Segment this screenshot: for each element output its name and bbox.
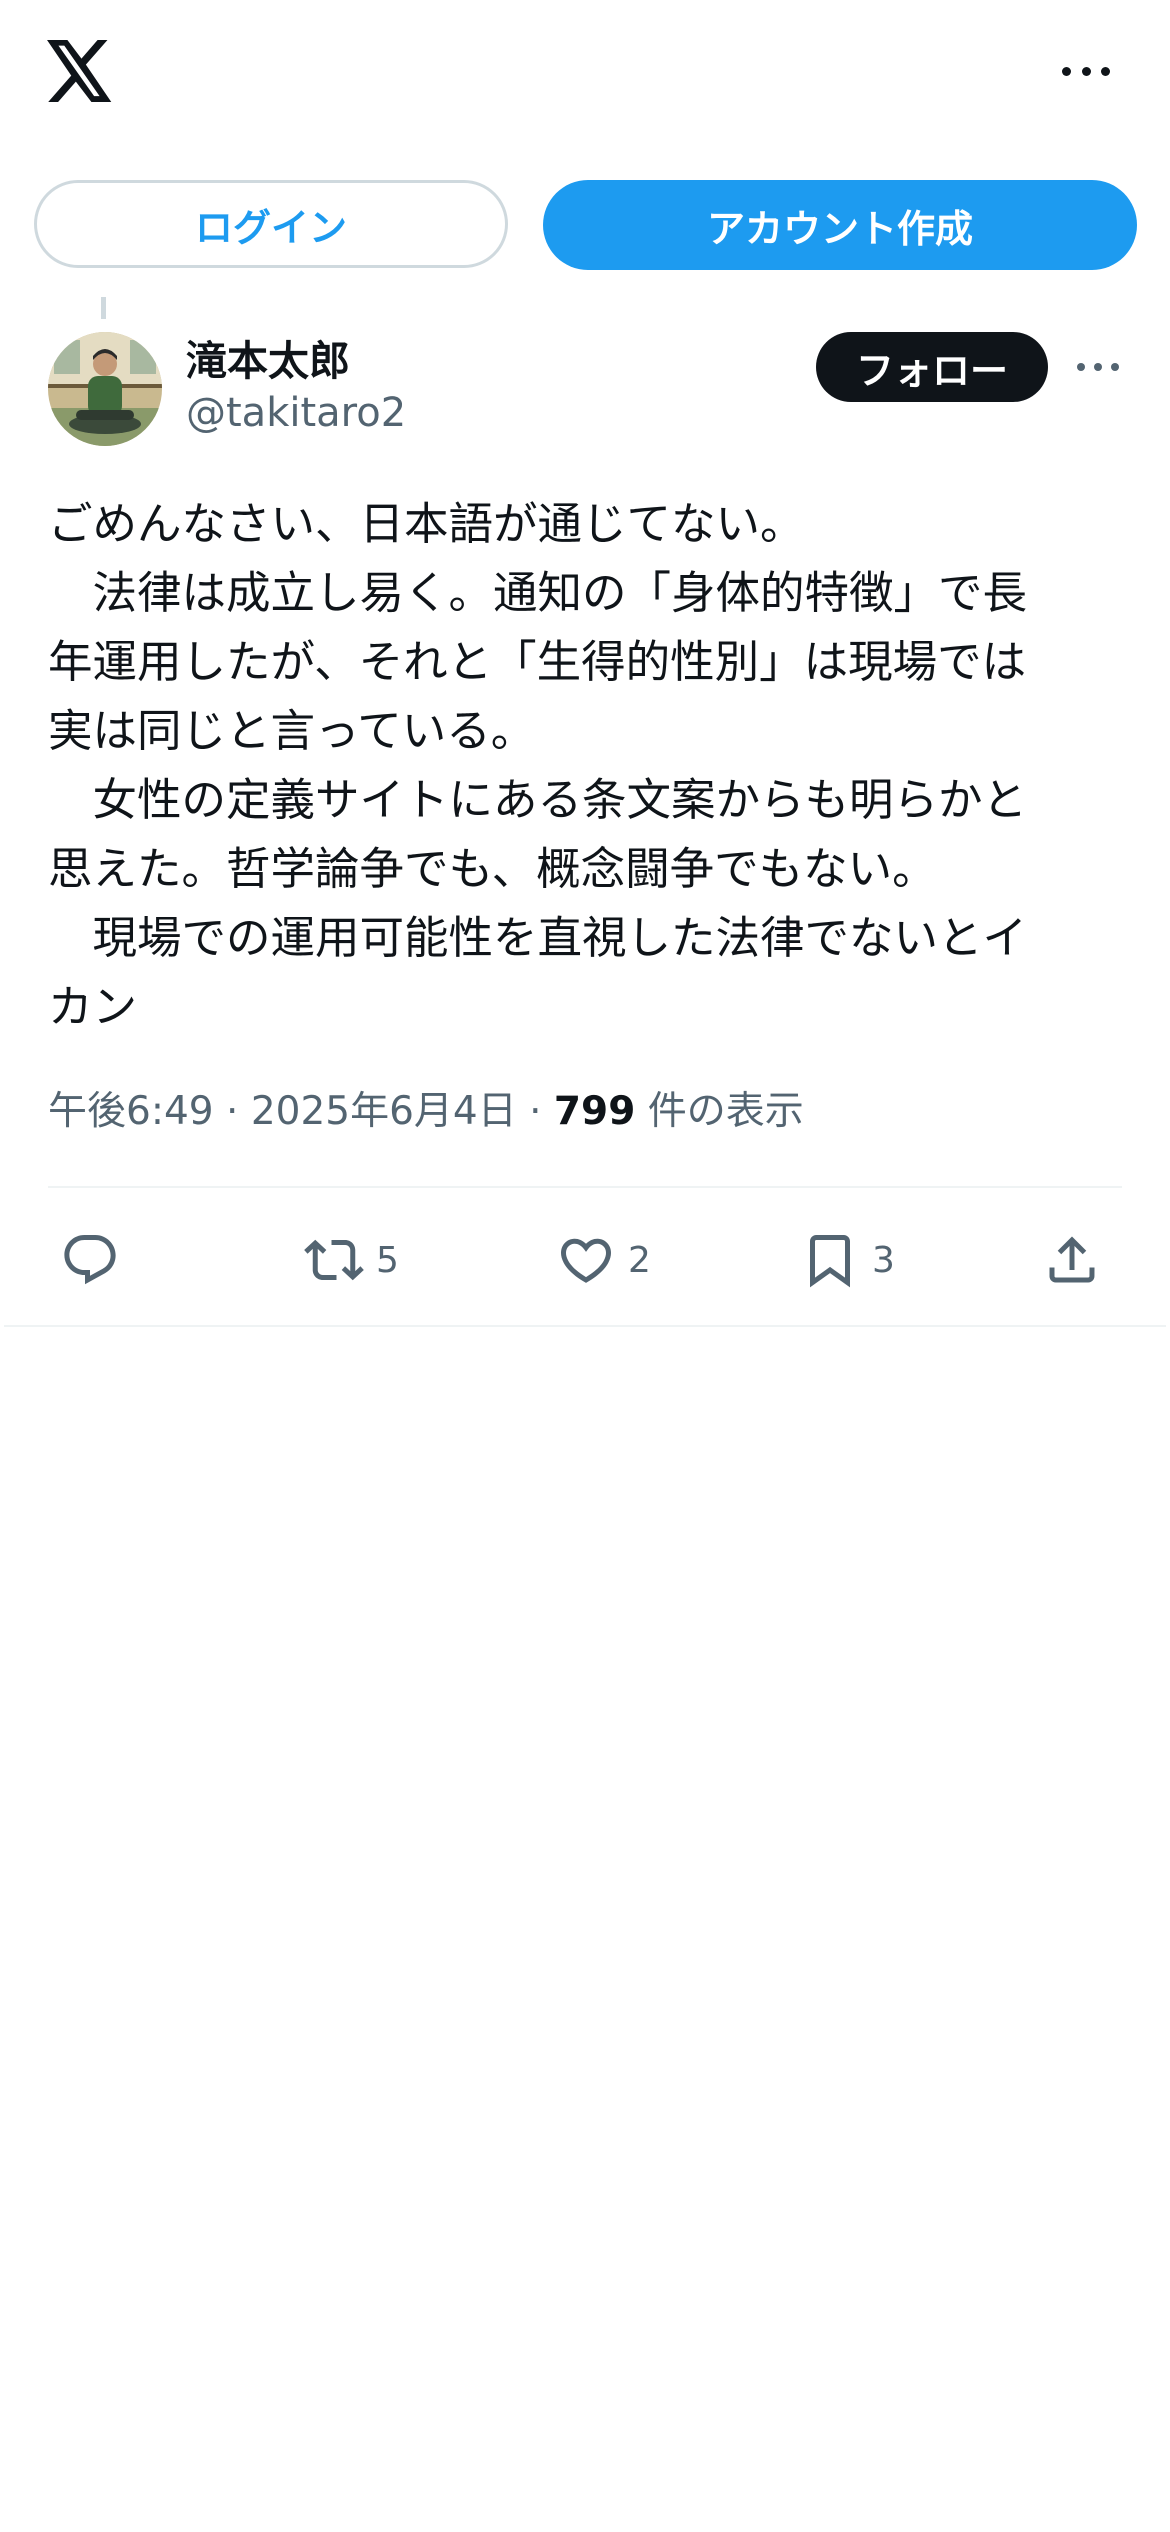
post-text-line: ごめんなさい、日本語が通じてない。 (48, 499, 805, 550)
post-date[interactable]: 2025年6月4日 (251, 1089, 517, 1134)
repost-button[interactable]: 5 (304, 1220, 399, 1300)
post-metadata: 午後6:49 · 2025年6月4日 · 799 件の表示 (48, 1080, 804, 1136)
bookmark-button[interactable]: 3 (800, 1220, 895, 1300)
dot (1062, 66, 1071, 76)
post-more-options-icon[interactable] (1077, 355, 1119, 379)
post-text-line: 法律は成立し易く。通知の「身体的特徴」で長 (48, 568, 1028, 619)
views-label: 件の表示 (647, 1089, 804, 1134)
more-options-icon[interactable] (1062, 58, 1110, 84)
divider (48, 1186, 1122, 1188)
like-count: 2 (628, 1239, 651, 1281)
bookmark-count: 3 (872, 1239, 895, 1281)
dot (1081, 66, 1091, 76)
views-count: 799 (553, 1089, 636, 1134)
author-handle[interactable]: @takitaro2 (186, 390, 406, 436)
thread-connector-line (101, 297, 106, 319)
reply-button[interactable] (60, 1220, 120, 1300)
post-actions-bar: 5 2 3 (0, 1220, 1170, 1300)
repost-count: 5 (376, 1239, 399, 1281)
dot (1101, 66, 1110, 76)
auth-buttons: ログイン アカウント作成 (0, 180, 1170, 270)
reply-icon (64, 1235, 116, 1285)
post-text-line: 実は同じと言っている。 (48, 706, 536, 757)
heart-icon (560, 1238, 612, 1283)
post-text-line: 現場での運用可能性を直視した法律でないとイ (48, 913, 1028, 964)
post-text-line: 女性の定義サイトにある条文案からも明らかと (48, 775, 1028, 826)
bookmark-icon (810, 1235, 850, 1288)
create-account-button[interactable]: アカウント作成 (543, 180, 1137, 270)
dot (1111, 363, 1119, 371)
share-button[interactable] (1042, 1220, 1102, 1300)
like-button[interactable]: 2 (556, 1220, 651, 1300)
author-name[interactable]: 滝本太郎 (186, 327, 350, 387)
share-icon (1049, 1236, 1095, 1283)
divider (4, 1325, 1166, 1327)
post-text-line: カン (48, 982, 138, 1033)
meta-separator: · (529, 1089, 542, 1134)
post-text-line: 年運用したが、それと「生得的性別」は現場では (48, 637, 1027, 688)
avatar-photo (48, 332, 162, 446)
post-text-line: 思えた。哲学論争でも、概念闘争でもない。 (48, 844, 937, 895)
dot (1077, 363, 1085, 371)
x-logo-icon[interactable] (46, 40, 114, 102)
post-text: ごめんなさい、日本語が通じてない。 法律は成立し易く。通知の「身体的特徴」で長 … (48, 490, 1128, 1042)
follow-button[interactable]: フォロー (816, 332, 1048, 402)
post-time[interactable]: 午後6:49 (48, 1089, 214, 1134)
avatar[interactable] (48, 332, 162, 446)
top-bar (0, 0, 1170, 150)
meta-separator: · (226, 1089, 239, 1134)
repost-icon (304, 1239, 364, 1281)
dot (1094, 363, 1102, 371)
login-button[interactable]: ログイン (34, 180, 508, 268)
